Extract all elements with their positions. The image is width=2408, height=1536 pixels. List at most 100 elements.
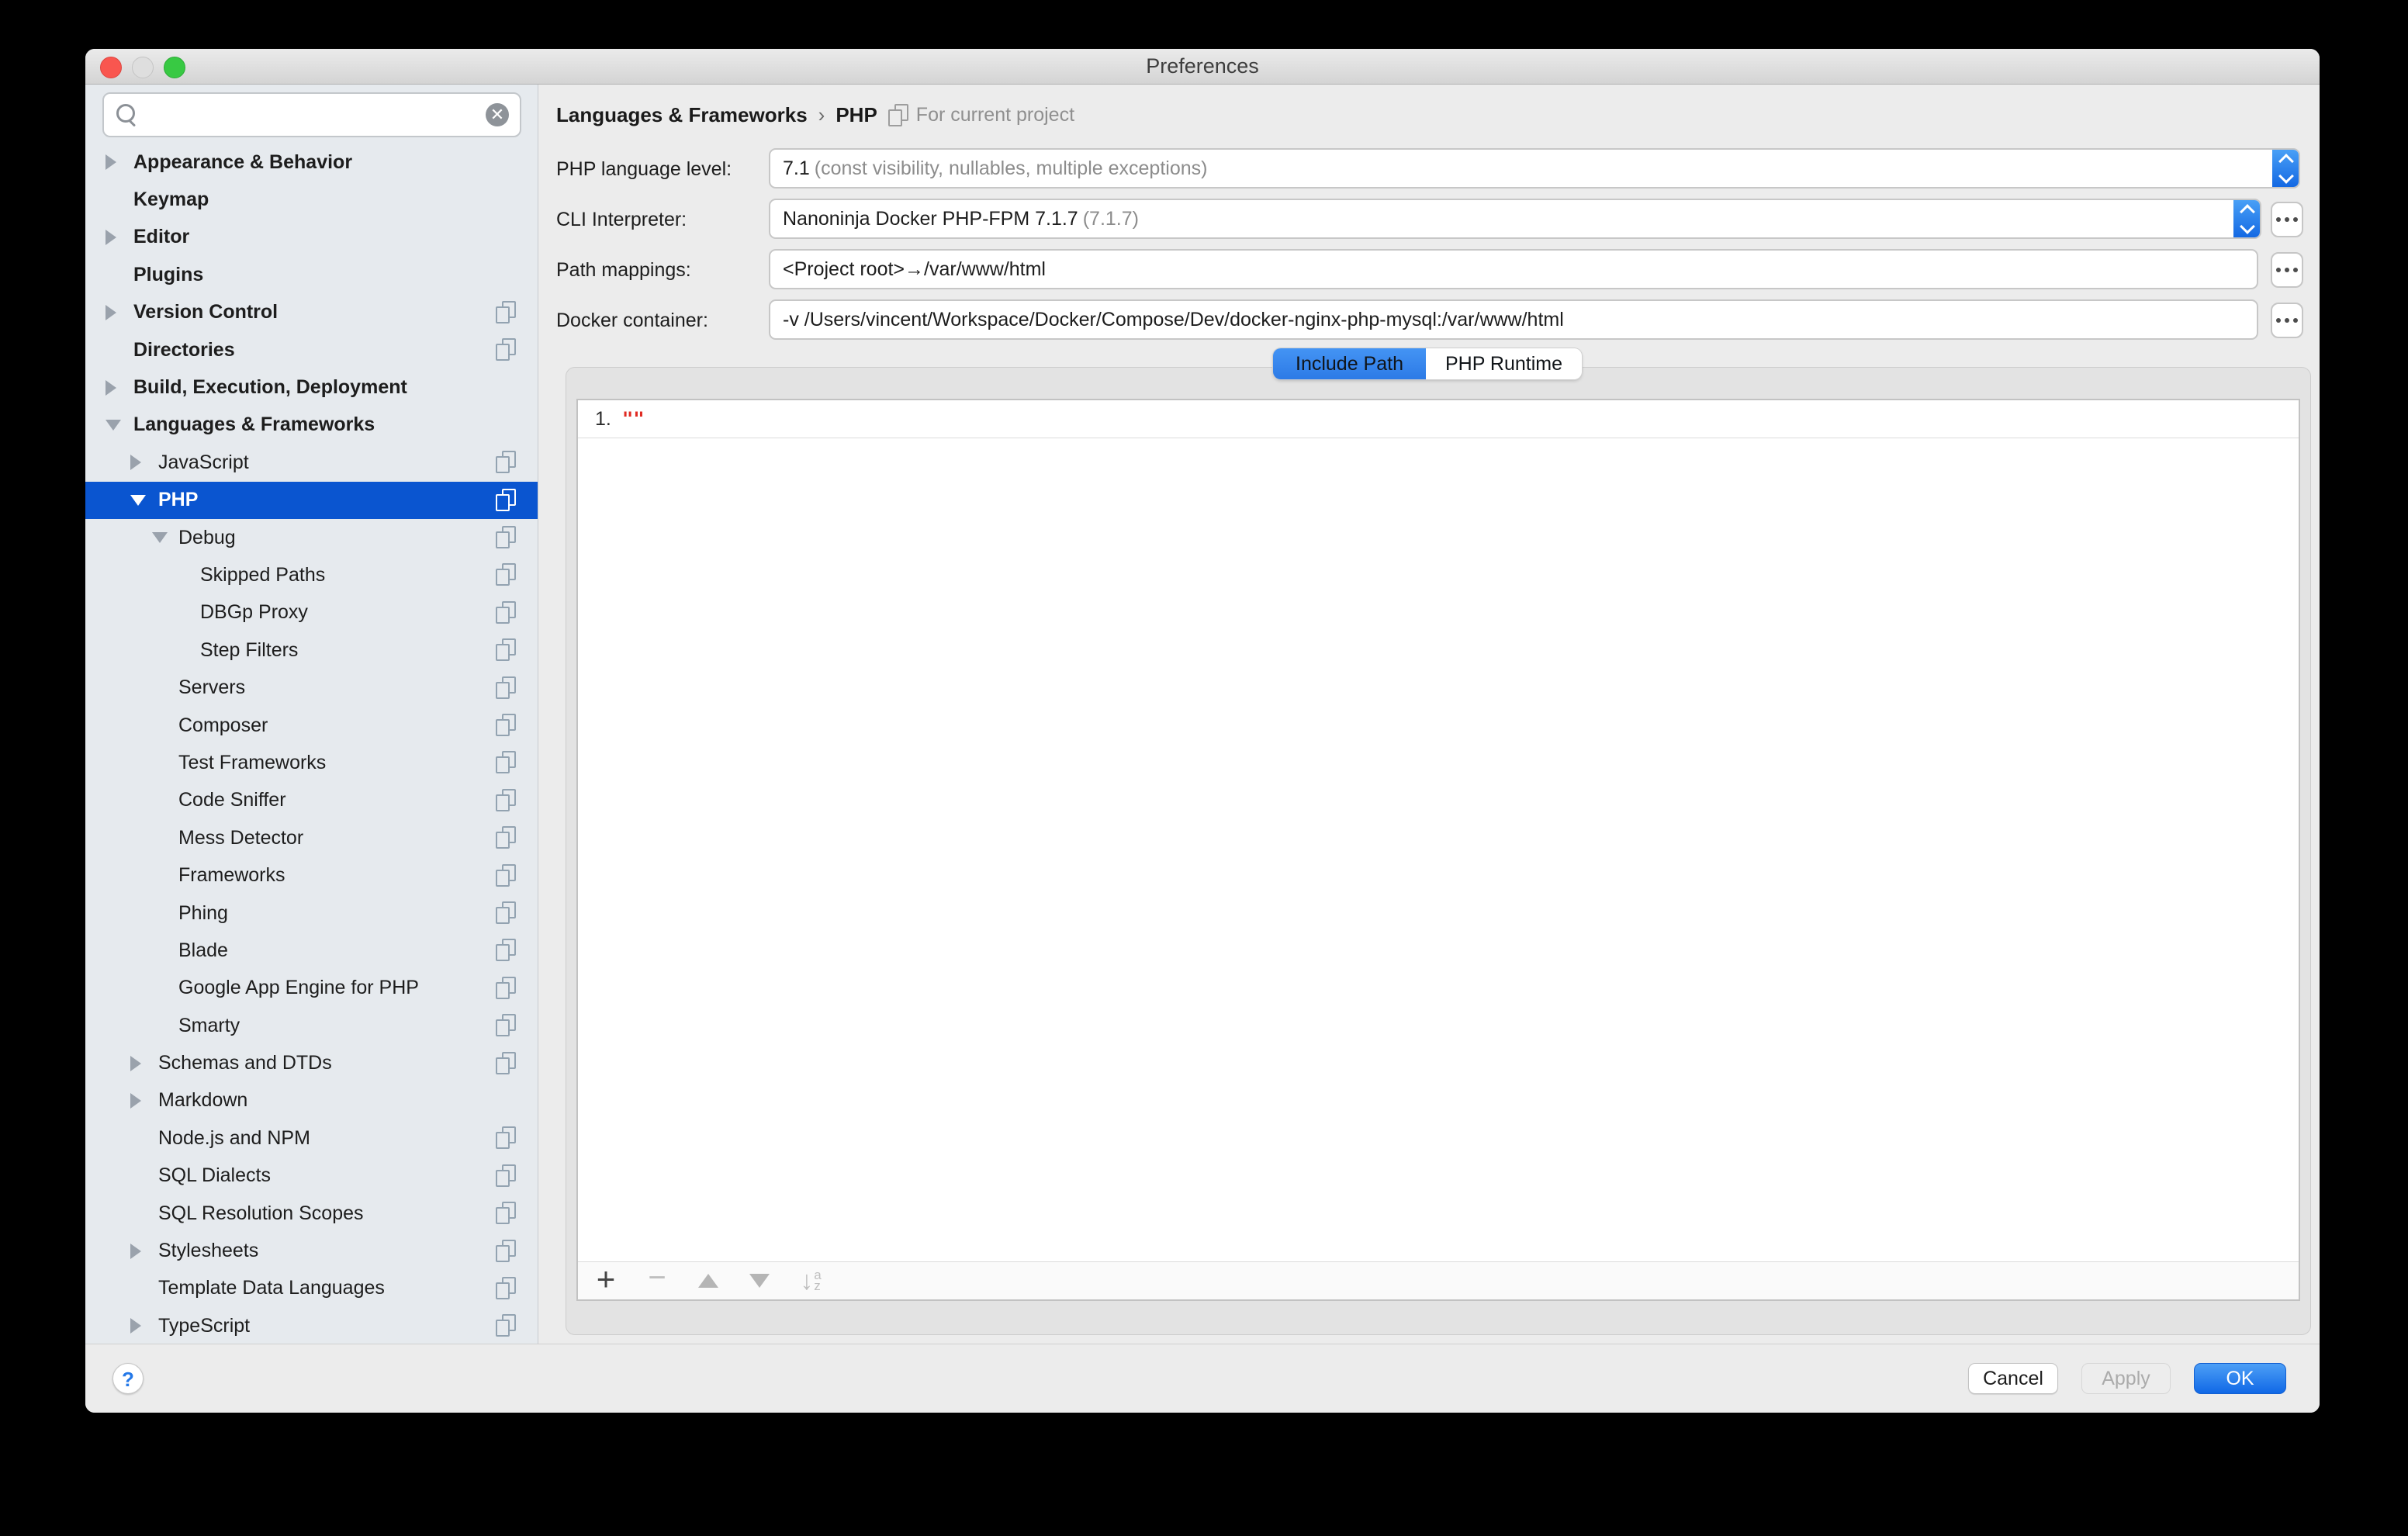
chevron-right-icon[interactable] <box>130 1244 141 1259</box>
search-icon <box>116 104 135 123</box>
sidebar-item-languages-frameworks[interactable]: Languages & Frameworks <box>85 406 538 444</box>
chevron-right-icon[interactable] <box>130 455 141 470</box>
chevron-right-icon[interactable] <box>106 380 116 396</box>
sidebar-item-dbgp-proxy[interactable]: DBGp Proxy <box>85 594 538 631</box>
per-project-icon <box>496 1240 516 1263</box>
php-language-level-label: PHP language level: <box>556 158 732 181</box>
sidebar-item-skipped-paths[interactable]: Skipped Paths <box>85 556 538 593</box>
move-up-icon[interactable] <box>691 1265 725 1296</box>
docker-container-field[interactable]: -v /Users/vincent/Workspace/Docker/Compo… <box>769 299 2258 340</box>
sidebar-item-version-control[interactable]: Version Control <box>85 294 538 331</box>
sidebar-item-test-frameworks[interactable]: Test Frameworks <box>85 744 538 781</box>
sidebar-item-appearance-behavior[interactable]: Appearance & Behavior <box>85 144 538 181</box>
path-mappings-browse-button[interactable] <box>2271 252 2303 288</box>
sidebar-item-servers[interactable]: Servers <box>85 669 538 706</box>
per-project-icon <box>496 1014 516 1037</box>
per-project-icon <box>496 563 516 586</box>
sidebar-item-mess-detector[interactable]: Mess Detector <box>85 819 538 856</box>
sidebar-item-code-sniffer[interactable]: Code Sniffer <box>85 782 538 819</box>
sidebar-item-step-filters[interactable]: Step Filters <box>85 631 538 669</box>
title-bar[interactable]: Preferences <box>85 49 2320 85</box>
settings-content: Languages & Frameworks › PHP For current… <box>538 85 2320 1345</box>
php-language-level-select[interactable]: 7.1 (const visibility, nullables, multip… <box>769 148 2300 189</box>
sidebar-item-build-execution-deployment[interactable]: Build, Execution, Deployment <box>85 368 538 406</box>
move-down-icon[interactable] <box>742 1265 777 1296</box>
cancel-button[interactable]: Cancel <box>1968 1363 2058 1394</box>
sidebar-item-markdown[interactable]: Markdown <box>85 1082 538 1119</box>
per-project-icon <box>496 714 516 737</box>
tab-php-runtime[interactable]: PHP Runtime <box>1426 348 1582 379</box>
sidebar-item-nodejs-npm[interactable]: Node.js and NPM <box>85 1119 538 1157</box>
per-project-icon <box>496 1164 516 1188</box>
settings-search-input[interactable]: ✕ <box>102 92 521 137</box>
cli-interpreter-label: CLI Interpreter: <box>556 209 687 231</box>
chevron-right-icon[interactable] <box>130 1093 141 1109</box>
sidebar-item-php[interactable]: PHP <box>85 482 538 519</box>
per-project-icon <box>496 301 516 324</box>
list-toolbar: + − ↓az <box>578 1261 2299 1299</box>
sidebar-item-plugins[interactable]: Plugins <box>85 256 538 293</box>
path-mappings-field[interactable]: <Project root>→/var/www/html <box>769 249 2258 289</box>
breadcrumb-languages-frameworks[interactable]: Languages & Frameworks <box>556 103 808 127</box>
sidebar-item-typescript[interactable]: TypeScript <box>85 1307 538 1344</box>
breadcrumb-separator: › <box>818 103 825 127</box>
per-project-icon <box>496 489 516 512</box>
per-project-icon <box>496 451 516 474</box>
dropdown-stepper-icon[interactable] <box>2272 148 2300 189</box>
chevron-right-icon[interactable] <box>106 305 116 320</box>
dropdown-stepper-icon[interactable] <box>2233 199 2261 239</box>
apply-button[interactable]: Apply <box>2081 1363 2171 1394</box>
ok-button[interactable]: OK <box>2194 1363 2286 1394</box>
per-project-icon <box>496 789 516 812</box>
help-button[interactable]: ? <box>112 1363 144 1394</box>
row-number: 1. <box>578 408 611 431</box>
sidebar-item-template-data-languages[interactable]: Template Data Languages <box>85 1270 538 1307</box>
remove-icon[interactable]: − <box>640 1262 674 1293</box>
sidebar-item-directories[interactable]: Directories <box>85 331 538 368</box>
sidebar-item-stylesheets[interactable]: Stylesheets <box>85 1232 538 1269</box>
sidebar-item-phing[interactable]: Phing <box>85 894 538 932</box>
sidebar-item-javascript[interactable]: JavaScript <box>85 444 538 481</box>
window-title: Preferences <box>85 49 2320 84</box>
per-project-icon <box>496 826 516 849</box>
breadcrumb: Languages & Frameworks › PHP For current… <box>556 103 1074 127</box>
per-project-icon <box>496 638 516 662</box>
include-path-row[interactable]: 1. "" <box>578 400 2299 438</box>
clear-search-icon[interactable]: ✕ <box>486 103 509 126</box>
per-project-icon <box>496 601 516 624</box>
sidebar-item-composer[interactable]: Composer <box>85 707 538 744</box>
dialog-footer: ? Cancel Apply OK <box>85 1344 2320 1413</box>
tab-include-path[interactable]: Include Path <box>1273 348 1426 379</box>
chevron-right-icon[interactable] <box>130 1318 141 1334</box>
per-project-icon <box>496 1126 516 1150</box>
chevron-down-icon[interactable] <box>152 532 168 543</box>
sidebar-item-schemas-dtds[interactable]: Schemas and DTDs <box>85 1044 538 1081</box>
per-project-icon <box>496 864 516 887</box>
per-project-icon <box>888 104 908 127</box>
docker-container-label: Docker container: <box>556 310 708 332</box>
add-icon[interactable]: + <box>589 1264 623 1295</box>
cli-interpreter-select[interactable]: Nanoninja Docker PHP-FPM 7.1.7 (7.1.7) <box>769 199 2261 239</box>
include-path-list[interactable]: 1. "" + − ↓az <box>576 399 2300 1301</box>
cli-interpreter-browse-button[interactable] <box>2271 202 2303 237</box>
chevron-down-icon[interactable] <box>130 495 146 506</box>
sidebar-item-sql-resolution-scopes[interactable]: SQL Resolution Scopes <box>85 1195 538 1232</box>
sidebar-item-blade[interactable]: Blade <box>85 932 538 969</box>
sort-alphabetically-icon[interactable]: ↓az <box>794 1265 828 1296</box>
sidebar-item-debug[interactable]: Debug <box>85 519 538 556</box>
chevron-right-icon[interactable] <box>106 154 116 170</box>
chevron-right-icon[interactable] <box>130 1056 141 1071</box>
sidebar-item-smarty[interactable]: Smarty <box>85 1007 538 1044</box>
per-project-icon <box>496 901 516 925</box>
chevron-right-icon[interactable] <box>106 230 116 245</box>
docker-container-browse-button[interactable] <box>2271 303 2303 338</box>
row-value: "" <box>611 408 645 430</box>
sidebar-item-keymap[interactable]: Keymap <box>85 181 538 218</box>
sidebar-item-editor[interactable]: Editor <box>85 219 538 256</box>
chevron-down-icon[interactable] <box>106 420 121 431</box>
sidebar-item-google-app-engine-php[interactable]: Google App Engine for PHP <box>85 970 538 1007</box>
sidebar-item-frameworks[interactable]: Frameworks <box>85 856 538 894</box>
sidebar-item-sql-dialects[interactable]: SQL Dialects <box>85 1157 538 1195</box>
preferences-window: Preferences ✕ Appearance & Behavior Keym… <box>85 49 2320 1413</box>
path-mappings-label: Path mappings: <box>556 259 691 282</box>
